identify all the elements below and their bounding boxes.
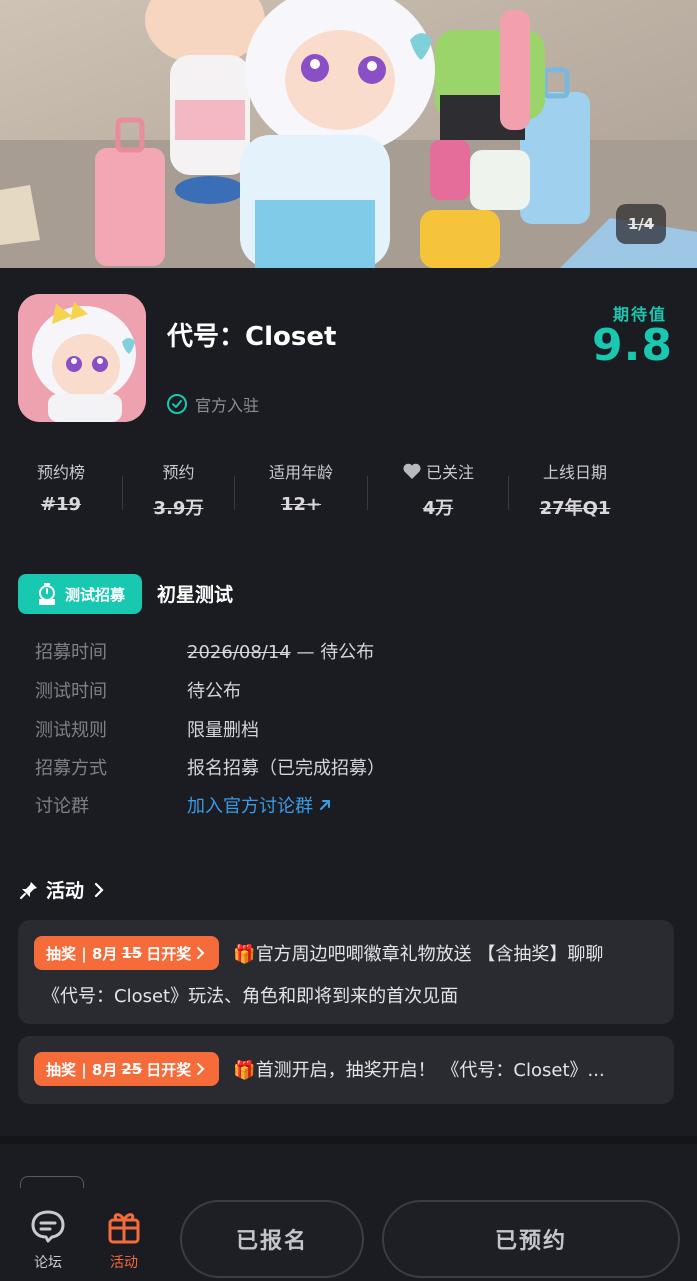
stat-label: 预约榜: [36, 463, 85, 482]
gift-box-icon: [108, 1213, 140, 1244]
bottom-action-bar: 论坛 活动 已报名 已预约: [0, 1188, 697, 1281]
activities-header[interactable]: 活动: [20, 876, 106, 903]
info-key: 讨论群: [35, 796, 89, 817]
stat-label-text: 已关注: [425, 463, 474, 482]
stat-followed[interactable]: 已关注 4万: [368, 458, 508, 528]
official-badge-label: 官方入驻: [195, 396, 260, 415]
info-key: 招募时间: [35, 642, 107, 663]
section-divider: [0, 1136, 697, 1144]
info-row-test-time: 测试时间 待公布: [35, 677, 241, 703]
info-row-test-rules: 测试规则 限量删档: [35, 716, 259, 742]
stat-label: 适用年龄: [268, 463, 333, 482]
official-badge: 官方入驻: [167, 392, 259, 416]
game-title: 代号：Closet: [167, 322, 337, 352]
stat-release-date: 上线日期 27年Q1: [509, 458, 641, 528]
stat-value: 27年Q1: [539, 498, 611, 519]
stat-age-rating: 适用年龄 12+: [235, 458, 367, 528]
stat-value: 4万: [422, 498, 454, 519]
pin-icon: [20, 881, 37, 899]
next-section-tab: [20, 1176, 84, 1188]
gift-icon: 🎁: [233, 1060, 256, 1081]
lottery-tag-suffix: 日开奖: [146, 1060, 192, 1079]
chevron-right-icon: [94, 882, 104, 897]
info-value: 报名招募（已完成招募）: [187, 758, 385, 779]
app-icon-art: [18, 294, 146, 422]
recruit-end: — 待公布: [290, 642, 375, 663]
join-discussion-label: 加入官方讨论群: [187, 796, 313, 817]
info-key: 测试时间: [35, 681, 107, 702]
game-app-icon: [18, 294, 146, 422]
activity-card[interactable]: 抽奖 | 8月 15 日开奖 🎁官方周边吧唧徽章礼物放送 【含抽奖】聊聊 《代号：C…: [18, 920, 674, 1024]
info-row-recruit-time: 招募时间 2026/08/14 — 待公布: [35, 638, 374, 664]
stat-value: 12+: [280, 494, 322, 515]
hero-banner[interactable]: 1/4: [0, 0, 697, 268]
lottery-tag-day: 15: [121, 944, 143, 962]
stat-label: 预约: [162, 463, 195, 482]
nav-activity[interactable]: 活动: [94, 1206, 154, 1272]
activity-title: 🎁首测开启，抽奖开启！ 《代号：Closet》...: [233, 1056, 604, 1082]
stat-label: 上线日期: [542, 463, 607, 482]
activity-title-text: 首测开启，抽奖开启！ 《代号：Closet》...: [255, 1060, 605, 1081]
external-arrow-icon: [320, 800, 330, 810]
banner-illustration: [0, 0, 697, 268]
info-row-discussion-group: 讨论群 加入官方讨论群: [35, 792, 333, 818]
stat-label: 已关注: [402, 458, 474, 484]
info-value: 待公布: [187, 681, 241, 702]
nav-activity-label: 活动: [110, 1255, 138, 1271]
stat-value: 3.9万: [153, 498, 204, 519]
stat-reserve-rank[interactable]: 预约榜 #19: [0, 458, 122, 528]
forum-chat-icon: [31, 1210, 65, 1243]
expectation-score: 9.8: [592, 320, 673, 371]
lottery-tag-day: 25: [121, 1060, 143, 1078]
test-recruit-badge: 测试招募: [18, 574, 142, 614]
stat-reservations: 预约 3.9万: [123, 458, 234, 528]
lottery-tag[interactable]: 抽奖 | 8月 25 日开奖: [34, 1052, 220, 1086]
activity-title: 🎁官方周边吧唧徽章礼物放送 【含抽奖】聊聊: [233, 940, 603, 966]
info-row-recruit-method: 招募方式 报名招募（已完成招募）: [35, 754, 385, 780]
registered-button[interactable]: 已报名: [180, 1200, 364, 1278]
activity-title-line2: 《代号：Closet》玩法、角色和即将到来的首次见面: [42, 986, 459, 1007]
activity-card[interactable]: 抽奖 | 8月 25 日开奖 🎁首测开启，抽奖开启！ 《代号：Closet》...: [18, 1036, 674, 1104]
activities-title: 活动: [46, 880, 85, 902]
nav-forum-label: 论坛: [34, 1255, 62, 1271]
stopwatch-test-icon: [38, 583, 55, 605]
activity-title-text: 官方周边吧唧徽章礼物放送 【含抽奖】聊聊: [255, 944, 604, 965]
chevron-right-icon: [197, 947, 205, 959]
info-value: 限量删档: [187, 720, 259, 741]
stats-row: 预约榜 #19 预约 3.9万 适用年龄 12+ 已关注 4万 上线日期 27年…: [0, 458, 697, 528]
join-discussion-link[interactable]: 加入官方讨论群: [187, 792, 333, 818]
info-key: 招募方式: [35, 758, 107, 779]
gift-icon: 🎁: [233, 944, 256, 965]
test-phase-name: 初星测试: [157, 584, 234, 606]
recruit-start-date: 2026/08/14: [187, 642, 291, 663]
lottery-tag-prefix: 抽奖 | 8月: [46, 944, 118, 963]
nav-forum[interactable]: 论坛: [18, 1206, 78, 1272]
stat-value: #19: [40, 494, 82, 515]
banner-page-counter: 1/4: [616, 204, 666, 244]
lottery-tag-prefix: 抽奖 | 8月: [46, 1060, 118, 1079]
verified-check-icon: [167, 394, 187, 414]
lottery-tag-suffix: 日开奖: [146, 944, 192, 963]
info-value: 2026/08/14 — 待公布: [187, 638, 374, 664]
chevron-right-icon: [197, 1063, 205, 1075]
test-recruit-badge-label: 测试招募: [64, 585, 125, 604]
reserved-button[interactable]: 已预约: [382, 1200, 680, 1278]
lottery-tag[interactable]: 抽奖 | 8月 15 日开奖: [34, 936, 220, 970]
info-key: 测试规则: [35, 720, 107, 741]
heart-icon: [403, 463, 421, 479]
